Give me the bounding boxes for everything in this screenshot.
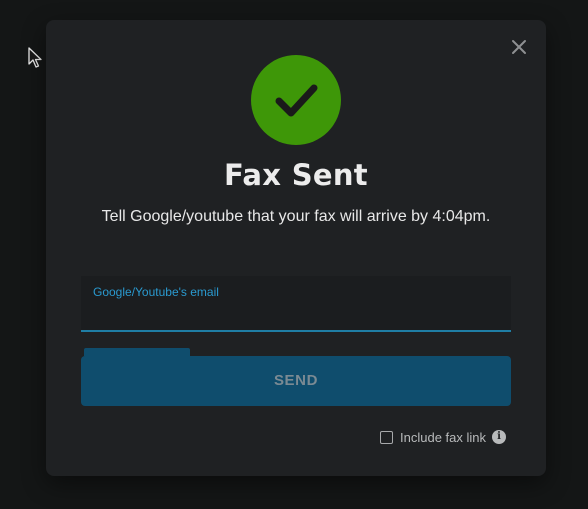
checkmark-icon <box>275 84 318 117</box>
close-icon <box>512 40 526 54</box>
fax-sent-dialog: Fax Sent Tell Google/youtube that your f… <box>46 20 546 476</box>
info-icon[interactable]: i <box>492 430 506 444</box>
mouse-pointer-icon <box>28 47 42 68</box>
email-input[interactable] <box>91 304 503 328</box>
include-fax-link-option: Include fax link i <box>380 428 506 446</box>
screen-backdrop: Fax Sent Tell Google/youtube that your f… <box>0 0 588 509</box>
include-fax-link-checkbox[interactable] <box>380 430 393 444</box>
send-progress-bar <box>84 348 508 356</box>
include-fax-link-label[interactable]: Include fax link <box>400 430 486 445</box>
send-progress-fill <box>84 348 190 356</box>
success-badge <box>251 55 341 145</box>
email-field[interactable]: Google/Youtube's email <box>81 276 511 332</box>
send-button[interactable]: SEND <box>81 356 511 406</box>
dialog-title: Fax Sent <box>224 158 368 192</box>
email-field-label: Google/Youtube's email <box>93 285 219 299</box>
close-button[interactable] <box>510 38 528 56</box>
dialog-message: Tell Google/youtube that your fax will a… <box>101 208 491 225</box>
